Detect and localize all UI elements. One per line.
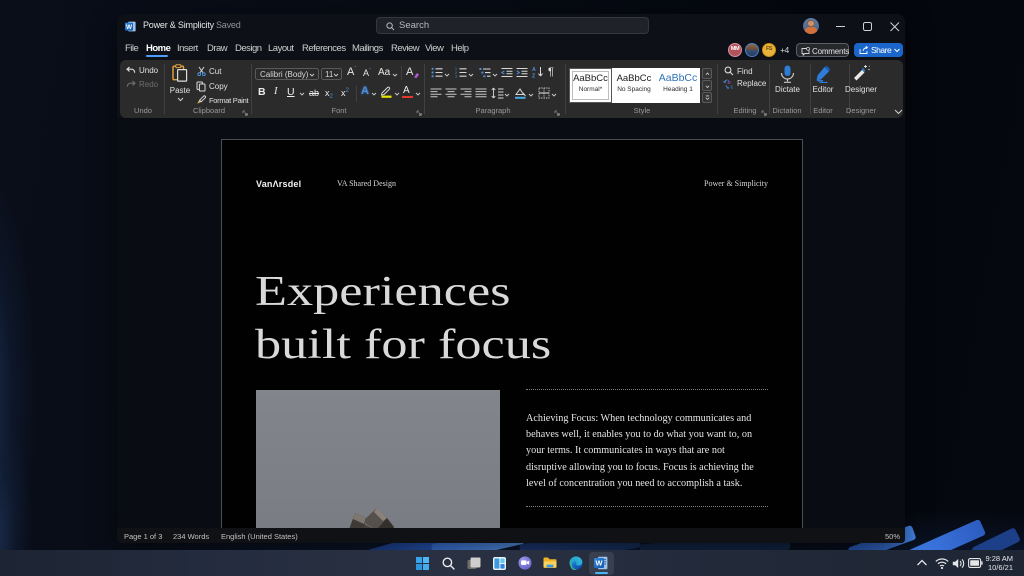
- svg-text:Z: Z: [532, 74, 536, 79]
- svg-text:c: c: [731, 84, 734, 89]
- svg-text:W: W: [126, 24, 133, 31]
- svg-text:3: 3: [455, 75, 457, 78]
- svg-text:W: W: [596, 559, 603, 568]
- svg-text:A: A: [532, 67, 536, 73]
